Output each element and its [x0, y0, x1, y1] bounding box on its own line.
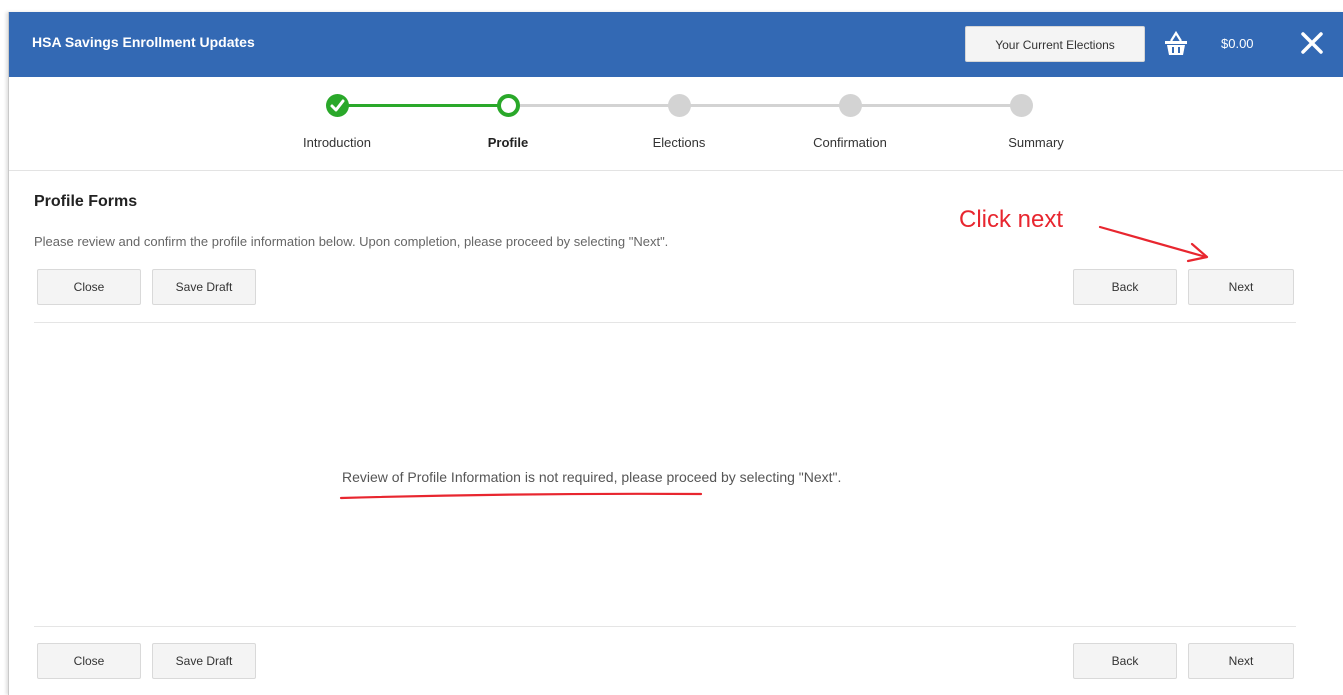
- divider-bottom: [34, 626, 1296, 627]
- step-label-elections: Elections: [652, 135, 706, 150]
- step-connector: [679, 104, 850, 107]
- back-button-bottom[interactable]: Back: [1073, 643, 1177, 679]
- step-label-summary: Summary: [1008, 135, 1064, 150]
- step-dot-confirmation: [839, 94, 862, 117]
- header-bar: HSA Savings Enrollment Updates Your Curr…: [9, 12, 1343, 77]
- step-connector: [508, 104, 679, 107]
- close-button-bottom[interactable]: Close: [37, 643, 141, 679]
- step-dot-profile: [497, 94, 520, 117]
- page-title: HSA Savings Enrollment Updates: [32, 34, 255, 50]
- basket-icon[interactable]: [1162, 30, 1190, 58]
- back-button[interactable]: Back: [1073, 269, 1177, 305]
- profile-not-required-message: Review of Profile Information is not req…: [342, 469, 842, 485]
- instructions-text: Please review and confirm the profile in…: [34, 234, 669, 249]
- step-dot-summary: [1010, 94, 1033, 117]
- close-icon[interactable]: [1295, 26, 1329, 60]
- step-label-profile: Profile: [487, 135, 529, 150]
- step-dot-elections: [668, 94, 691, 117]
- step-connector: [337, 104, 508, 107]
- save-draft-button[interactable]: Save Draft: [152, 269, 256, 305]
- check-icon: [330, 99, 345, 112]
- arrow-annotation-icon: [1098, 225, 1209, 263]
- progress-stepper: Introduction Profile Elections Confirmat…: [9, 77, 1343, 171]
- cart-total: $0.00: [1221, 36, 1254, 51]
- save-draft-button-bottom[interactable]: Save Draft: [152, 643, 256, 679]
- current-elections-button[interactable]: Your Current Elections: [965, 26, 1145, 62]
- close-button[interactable]: Close: [37, 269, 141, 305]
- step-connector: [850, 104, 1021, 107]
- enrollment-window: HSA Savings Enrollment Updates Your Curr…: [8, 12, 1343, 695]
- step-label-introduction: Introduction: [303, 135, 371, 150]
- section-title: Profile Forms: [34, 193, 138, 210]
- click-next-annotation: Click next: [959, 206, 1064, 233]
- step-dot-introduction: [326, 94, 349, 117]
- step-label-confirmation: Confirmation: [813, 135, 887, 150]
- underline-annotation: [339, 492, 703, 500]
- divider-top: [34, 322, 1296, 323]
- next-button-bottom[interactable]: Next: [1188, 643, 1294, 679]
- next-button[interactable]: Next: [1188, 269, 1294, 305]
